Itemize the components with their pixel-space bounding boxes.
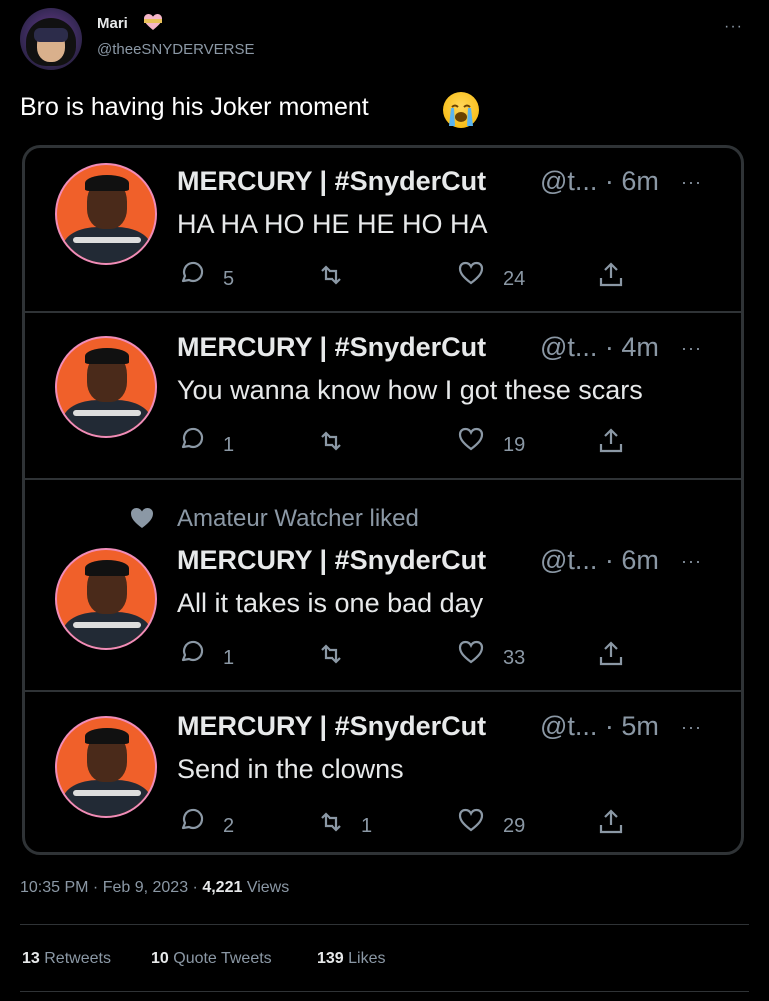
reply-icon[interactable] [177,259,205,287]
retweet-icon[interactable] [317,427,345,455]
author-avatar[interactable] [20,8,82,70]
post-more-icon[interactable]: ··· [681,338,702,359]
post-handle-time: @t... · 4m [540,332,659,362]
quote-tweets-count: 10 [151,950,169,967]
post-handle-time: @t... · 5m [540,711,659,741]
like-count: 29 [503,815,526,837]
tweet-text: Bro is having his Joker moment [20,93,369,121]
like-icon[interactable] [457,638,485,666]
heart-emoji-icon [144,14,162,30]
reply-count: 1 [223,647,235,669]
post-body: You wanna know how I got these scars [177,375,643,405]
more-options-button[interactable]: ··· [724,18,743,36]
retweet-icon[interactable] [317,261,345,289]
tweet-timestamp[interactable]: 10:35 PM · Feb 9, 2023 · 4,221 Views [20,879,289,897]
reply-icon[interactable] [177,638,205,666]
post-author-name[interactable]: MERCURY | #SnyderCut [177,711,486,742]
footer-divider [20,991,749,992]
reply-count: 2 [223,815,235,837]
post-avatar[interactable] [55,548,157,650]
footer-divider [20,924,749,925]
reply-count: 1 [223,434,235,456]
post-avatar[interactable] [55,336,157,438]
liked-by-label[interactable]: Amateur Watcher liked [177,505,419,533]
like-count: 33 [503,647,526,669]
reply-count: 5 [223,268,235,290]
share-icon[interactable] [597,808,625,836]
like-icon[interactable] [457,259,485,287]
retweets-stat[interactable]: 13 Retweets [22,950,111,968]
likes-label: Likes [343,950,386,967]
author-handle[interactable]: @theeSNYDERVERSE [97,41,255,58]
author-name[interactable]: Mari [97,15,128,32]
like-icon[interactable] [457,806,485,834]
likes-count: 139 [317,950,344,967]
card-divider [25,478,741,480]
post-body: All it takes is one bad day [177,588,484,618]
likes-stat[interactable]: 139 Likes [317,950,386,968]
liked-heart-icon [131,508,153,528]
post-avatar[interactable] [55,716,157,818]
view-count: 4,221 [202,879,243,896]
reply-icon[interactable] [177,806,205,834]
quote-tweets-stat[interactable]: 10 Quote Tweets [151,950,272,968]
post-body: HA HA HO HE HE HO HA [177,209,488,239]
post-body: Send in the clowns [177,754,404,784]
post-more-icon[interactable]: ··· [681,172,702,193]
like-count: 19 [503,434,526,456]
share-icon[interactable] [597,427,625,455]
post-handle-time: @t... · 6m [540,545,659,575]
retweets-label: Retweets [39,950,111,967]
post-more-icon[interactable]: ··· [681,551,702,572]
retweet-icon[interactable] [317,808,345,836]
retweet-count: 1 [361,815,373,837]
post-author-name[interactable]: MERCURY | #SnyderCut [177,545,486,576]
like-icon[interactable] [457,425,485,453]
post-more-icon[interactable]: ··· [681,717,702,738]
post-avatar[interactable] [55,163,157,265]
loudly-crying-emoji-icon [443,92,479,128]
card-divider [25,311,741,313]
retweet-icon[interactable] [317,640,345,668]
card-divider [25,690,741,692]
share-icon[interactable] [597,261,625,289]
share-icon[interactable] [597,640,625,668]
views-label: Views [242,879,290,896]
tweet-time[interactable]: 10:35 PM · Feb 9, 2023 · [20,879,202,896]
like-count: 24 [503,268,526,290]
post-author-name[interactable]: MERCURY | #SnyderCut [177,166,486,197]
retweets-count: 13 [22,950,40,967]
quote-tweets-label: Quote Tweets [168,950,272,967]
post-handle-time: @t... · 6m [540,166,659,196]
post-author-name[interactable]: MERCURY | #SnyderCut [177,332,486,363]
reply-icon[interactable] [177,425,205,453]
